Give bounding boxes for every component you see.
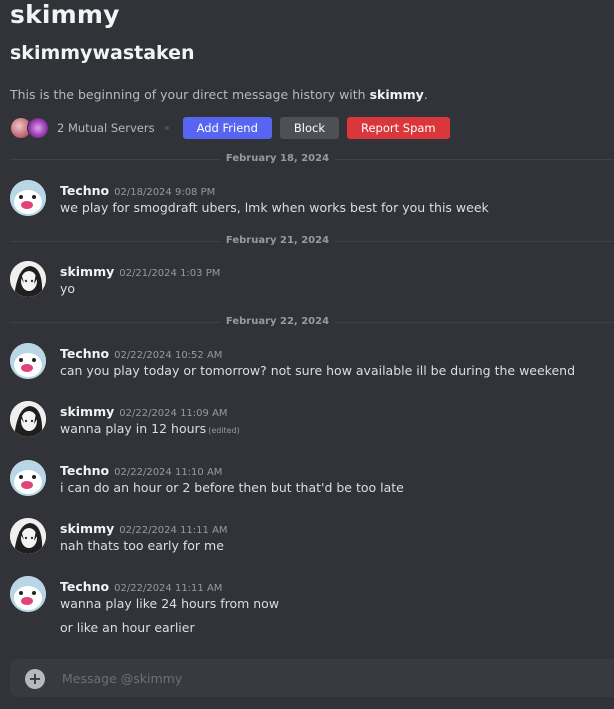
- message-timestamp: 02/22/2024 10:52 AM: [114, 350, 223, 361]
- message-author[interactable]: skimmy: [60, 264, 114, 279]
- message-input[interactable]: [60, 659, 604, 699]
- add-friend-button[interactable]: Add Friend: [182, 117, 272, 139]
- message-content: i can do an hour or 2 before then but th…: [60, 480, 404, 495]
- server-avatar-icon: [27, 117, 49, 139]
- message-timestamp: 02/22/2024 11:11 AM: [119, 525, 228, 536]
- date-divider: February 18, 2024: [10, 152, 614, 166]
- anime-portrait-avatar-icon: [10, 401, 46, 437]
- message-author[interactable]: Techno: [60, 183, 109, 198]
- message-content: or like an hour earlier: [60, 620, 195, 635]
- dm-intro-text: This is the beginning of your direct mes…: [10, 87, 428, 102]
- message-author[interactable]: Techno: [60, 463, 109, 478]
- report-spam-button[interactable]: Report Spam: [347, 117, 450, 139]
- mutual-servers-icons[interactable]: [10, 117, 50, 139]
- date-divider: February 22, 2024: [10, 315, 614, 329]
- message-timestamp: 02/22/2024 11:10 AM: [114, 467, 223, 478]
- profile-display-name: skimmy: [10, 0, 120, 29]
- wingull-avatar-icon: [10, 460, 46, 496]
- user-avatar[interactable]: [10, 518, 46, 554]
- message-author[interactable]: skimmy: [60, 404, 114, 419]
- user-avatar[interactable]: [10, 401, 46, 437]
- separator-dot: [164, 126, 169, 130]
- user-avatar[interactable]: [10, 261, 46, 297]
- dm-intro-name: skimmy: [369, 87, 424, 102]
- dm-channel: skimmy skimmywastaken This is the beginn…: [0, 0, 614, 709]
- user-avatar[interactable]: [10, 180, 46, 216]
- message-content: nah thats too early for me: [60, 538, 224, 553]
- user-avatar[interactable]: [10, 460, 46, 496]
- message-author[interactable]: skimmy: [60, 521, 114, 536]
- anime-portrait-avatar-icon: [10, 261, 46, 297]
- user-avatar[interactable]: [10, 343, 46, 379]
- message-timestamp: 02/22/2024 11:11 AM: [114, 583, 223, 594]
- anime-portrait-avatar-icon: [10, 518, 46, 554]
- message-content: wanna play in 12 hours (edited): [60, 421, 240, 436]
- message-content: can you play today or tomorrow? not sure…: [60, 363, 576, 378]
- user-avatar[interactable]: [10, 576, 46, 612]
- wingull-avatar-icon: [10, 576, 46, 612]
- message-author[interactable]: Techno: [60, 579, 109, 594]
- message-author[interactable]: Techno: [60, 346, 109, 361]
- block-button[interactable]: Block: [279, 117, 339, 139]
- message-timestamp: 02/22/2024 11:09 AM: [119, 408, 228, 419]
- message-content: wanna play like 24 hours from now: [60, 596, 280, 611]
- wingull-avatar-icon: [10, 343, 46, 379]
- mutual-servers-link[interactable]: 2 Mutual Servers: [57, 121, 155, 135]
- plus-icon[interactable]: +: [25, 669, 45, 689]
- wingull-avatar-icon: [10, 180, 46, 216]
- date-divider: February 21, 2024: [10, 234, 614, 248]
- edited-marker: (edited): [208, 426, 240, 435]
- message-content: we play for smogdraft ubers, lmk when wo…: [60, 200, 489, 215]
- message-composer: +: [10, 659, 614, 699]
- message-timestamp: 02/21/2024 1:03 PM: [119, 268, 221, 279]
- message-timestamp: 02/18/2024 9:08 PM: [114, 187, 216, 198]
- message-content: yo: [60, 281, 76, 296]
- profile-actions: 2 Mutual Servers Add Friend Block Report…: [10, 117, 458, 139]
- profile-username: skimmywastaken: [10, 42, 195, 64]
